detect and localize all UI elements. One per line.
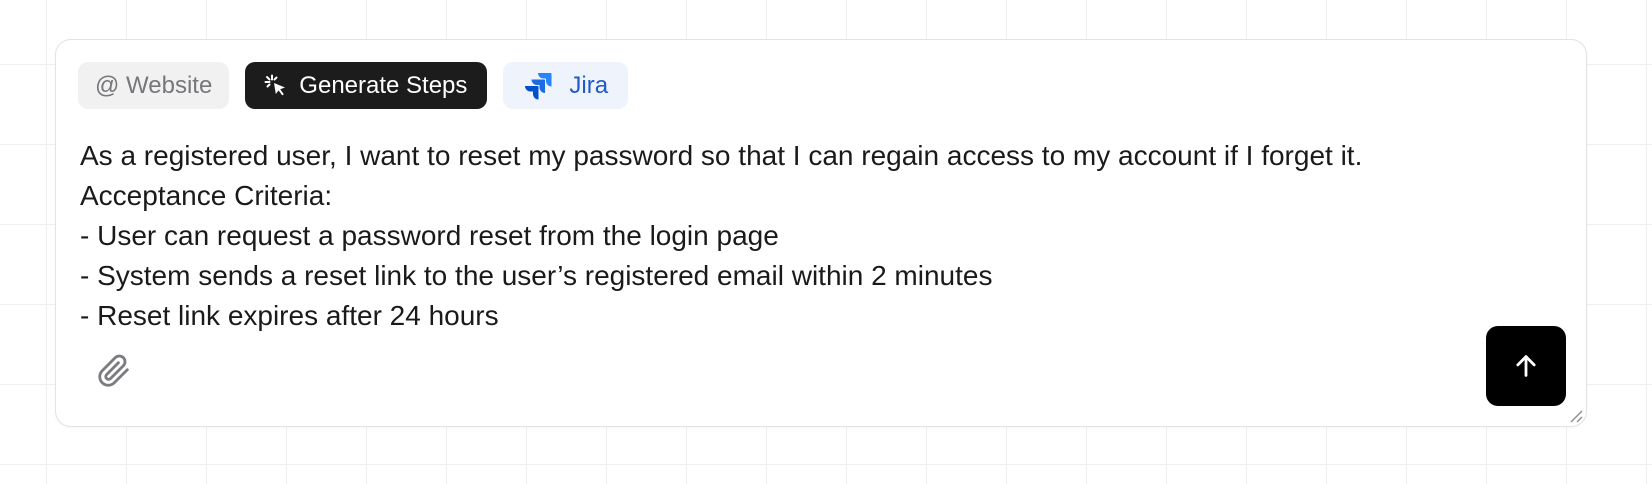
website-chip-label: @ Website	[95, 71, 213, 99]
story-line: Acceptance Criteria:	[80, 180, 333, 211]
story-line: - User can request a password reset from…	[80, 220, 779, 251]
jira-logo-icon	[523, 71, 553, 101]
prompt-composer: @ Website Generate Steps Jira As a regis…	[55, 39, 1587, 427]
context-chip-row: @ Website Generate Steps Jira	[78, 62, 629, 109]
generate-steps-label: Generate Steps	[299, 71, 468, 99]
send-button[interactable]	[1486, 326, 1566, 406]
user-story-input[interactable]: As a registered user, I want to reset my…	[80, 136, 1500, 336]
paperclip-icon	[97, 354, 131, 388]
generate-steps-button[interactable]: Generate Steps	[245, 62, 488, 109]
arrow-up-icon	[1512, 352, 1540, 380]
website-chip[interactable]: @ Website	[78, 62, 230, 109]
jira-chip[interactable]: Jira	[503, 62, 629, 109]
attach-file-button[interactable]	[96, 353, 132, 389]
cursor-click-icon	[263, 73, 289, 99]
story-line: As a registered user, I want to reset my…	[80, 140, 1363, 171]
resize-handle[interactable]	[1568, 408, 1584, 424]
story-line: - Reset link expires after 24 hours	[80, 300, 499, 331]
story-line: - System sends a reset link to the user’…	[80, 260, 993, 291]
jira-chip-label: Jira	[569, 71, 609, 99]
